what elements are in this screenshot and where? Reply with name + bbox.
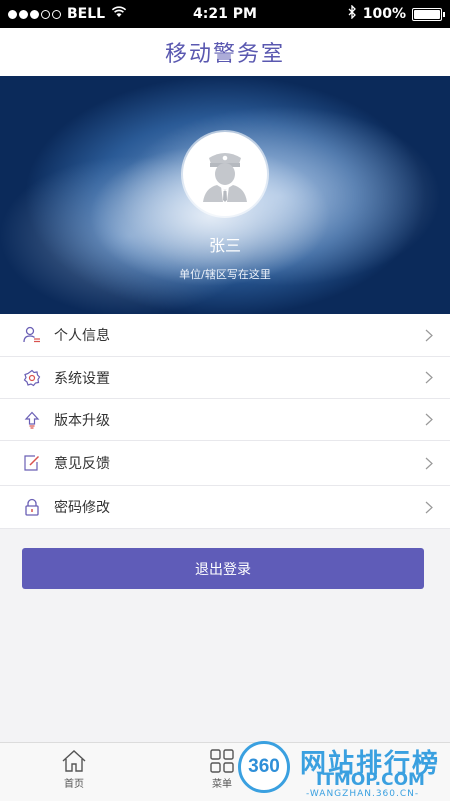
- menu-item-label: 密码修改: [54, 500, 110, 516]
- battery-icon: [412, 7, 445, 21]
- nav-home-label: 首页: [64, 779, 84, 790]
- avatar[interactable]: [183, 132, 267, 216]
- user-unit: 单位/辖区写在这里: [179, 268, 271, 281]
- status-right: 100%: [348, 4, 445, 23]
- menu-item-label: 意见反馈: [54, 456, 110, 472]
- grid-menu-icon: [210, 749, 234, 773]
- menu-item-label: 个人信息: [54, 328, 110, 344]
- upgrade-arrow-icon: [22, 410, 42, 430]
- chevron-right-icon: [422, 328, 436, 342]
- menu-item-personal-info[interactable]: 个人信息: [0, 314, 450, 357]
- feedback-edit-icon: [22, 453, 42, 473]
- wifi-icon: [111, 6, 127, 22]
- settings-gear-icon: [22, 368, 42, 388]
- home-icon: [62, 750, 86, 772]
- signal-strength-icon: [8, 9, 61, 19]
- bluetooth-icon: [348, 4, 357, 23]
- nav-menu[interactable]: 菜单: [200, 749, 244, 790]
- bottom-nav: 首页 菜单: [0, 742, 450, 801]
- menu-item-feedback[interactable]: 意见反馈: [0, 441, 450, 486]
- nav-home[interactable]: 首页: [52, 749, 96, 790]
- app-header: 移动警务室: [0, 28, 450, 76]
- chevron-right-icon: [422, 413, 436, 427]
- menu-item-version-upgrade[interactable]: 版本升级: [0, 399, 450, 441]
- nav-menu-label: 菜单: [212, 779, 232, 790]
- settings-menu: 个人信息 系统设置 版本升级 意见反馈 密码修改: [0, 314, 450, 529]
- battery-percent: 100%: [362, 6, 406, 22]
- person-info-icon: [22, 325, 42, 345]
- profile-hero: 张三 单位/辖区写在这里: [0, 76, 450, 314]
- lock-icon: [22, 497, 42, 517]
- user-name: 张三: [208, 236, 241, 255]
- police-officer-icon: [203, 153, 247, 202]
- menu-item-label: 系统设置: [54, 370, 110, 387]
- page-title: 移动警务室: [164, 42, 285, 67]
- menu-item-change-password[interactable]: 密码修改: [0, 486, 450, 529]
- carrier-name: BELL: [67, 6, 106, 22]
- status-left: BELL: [8, 6, 127, 22]
- logout-button[interactable]: 退出登录: [22, 548, 424, 589]
- menu-item-system-settings[interactable]: 系统设置: [0, 357, 450, 399]
- chevron-right-icon: [422, 500, 436, 514]
- menu-item-label: 版本升级: [54, 412, 110, 429]
- chevron-right-icon: [422, 456, 436, 470]
- status-bar: BELL 4:21 PM 100%: [0, 0, 450, 28]
- chevron-right-icon: [422, 371, 436, 385]
